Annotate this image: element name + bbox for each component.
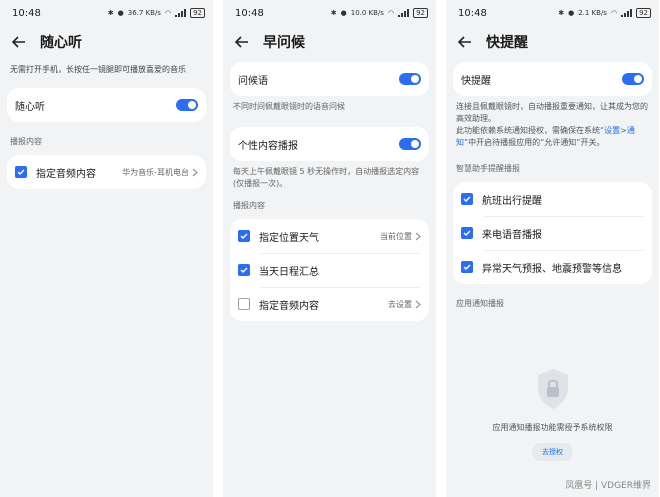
network-speed: 36.7 KB/s bbox=[127, 9, 161, 17]
list-item[interactable]: 航班出行提醒 bbox=[453, 182, 652, 216]
suixinting-toggle[interactable] bbox=[176, 99, 198, 111]
greeting-description: 不同时间佩戴眼镜时的语音问候 bbox=[233, 102, 345, 111]
greeting-toggle-row: 问候语 bbox=[230, 62, 429, 96]
section-header: 智慧助手提醒播报 bbox=[456, 164, 520, 173]
status-bar: 10:48 ✱ ● 10.0 KB/s ◠ 92 bbox=[223, 0, 436, 26]
item-label: 来电语音播报 bbox=[482, 229, 542, 241]
list-item[interactable]: 指定音频内容 华为音乐-耳机电台 bbox=[7, 155, 206, 189]
back-arrow-icon[interactable] bbox=[12, 33, 30, 51]
description-text: 此功能依赖系统通知授权，需确保在系统 bbox=[456, 126, 600, 135]
item-label: 当天日程汇总 bbox=[259, 266, 319, 278]
list-item[interactable]: 来电语音播报 bbox=[453, 216, 652, 250]
greeting-toggle[interactable] bbox=[399, 73, 421, 85]
personal-card: 个性内容播报 bbox=[230, 127, 429, 161]
reminder-description: 连接且佩戴眼镜时，自动播报重要通知，让其成为您的高效助理。 此功能依赖系统通知授… bbox=[446, 101, 659, 149]
item-label: 航班出行提醒 bbox=[482, 195, 542, 207]
item-value: 去设置 bbox=[388, 299, 412, 309]
section-header: 播报内容 bbox=[233, 201, 265, 210]
network-speed: 2.1 KB/s bbox=[578, 9, 607, 17]
description-text: 中开启待播报应用的“允许通知”开关。 bbox=[468, 138, 605, 147]
watermark: 凤凰号 | VDGER维界 bbox=[565, 481, 651, 491]
title-bar: 早问候 bbox=[223, 26, 436, 58]
quick-reminder-toggle[interactable] bbox=[622, 73, 644, 85]
section-header: 应用通知播报 bbox=[456, 299, 504, 308]
personal-toggle-row: 个性内容播报 bbox=[230, 127, 429, 161]
screen-suixinting: 10:48 ✱ ● 36.7 KB/s ◠ 92 随心听 无需打开手机，长按任一… bbox=[0, 0, 213, 497]
item-value: 当前位置 bbox=[380, 231, 412, 241]
list-item[interactable]: 指定位置天气 当前位置 bbox=[230, 219, 429, 253]
battery-icon: 92 bbox=[636, 8, 651, 18]
item-label: 指定音频内容 bbox=[259, 300, 319, 312]
shield-lock-icon bbox=[537, 369, 568, 409]
status-time: 10:48 bbox=[235, 7, 264, 19]
suixinting-card: 随心听 bbox=[7, 88, 206, 122]
list-item[interactable]: 异常天气预报、地震预警等信息 bbox=[453, 250, 652, 284]
back-arrow-icon[interactable] bbox=[235, 33, 253, 51]
list-item[interactable]: 当天日程汇总 bbox=[230, 253, 429, 287]
content-card: 指定位置天气 当前位置 当天日程汇总 指定音频内容 去设置 bbox=[230, 219, 429, 321]
bluetooth-icon: ✱ bbox=[330, 9, 337, 17]
status-bar: 10:48 ✱ ● 36.7 KB/s ◠ 92 bbox=[0, 0, 213, 26]
content-card: 指定音频内容 华为音乐-耳机电台 bbox=[7, 155, 206, 189]
page-description: 无需打开手机，长按任一镜腿即可播放喜爱的音乐 bbox=[10, 65, 186, 74]
checkbox[interactable] bbox=[238, 264, 250, 276]
signal-icon bbox=[398, 9, 410, 17]
signal-icon bbox=[175, 9, 187, 17]
page-title: 早问候 bbox=[263, 35, 305, 51]
empty-state: 应用通知播报功能需授予系统权限 去授权 bbox=[446, 368, 659, 461]
wifi-icon: ◠ bbox=[164, 9, 172, 17]
title-bar: 快提醒 bbox=[446, 26, 659, 58]
section-header: 播报内容 bbox=[10, 137, 42, 146]
checkbox[interactable] bbox=[238, 230, 250, 242]
location-icon: ● bbox=[340, 9, 347, 17]
authorize-button[interactable]: 去授权 bbox=[532, 443, 573, 461]
suixinting-toggle-row: 随心听 bbox=[7, 88, 206, 122]
status-time: 10:48 bbox=[12, 7, 41, 19]
checkbox[interactable] bbox=[461, 261, 473, 273]
toggle-label: 随心听 bbox=[15, 101, 45, 113]
bluetooth-icon: ✱ bbox=[558, 9, 565, 17]
title-bar: 随心听 bbox=[0, 26, 213, 58]
reminder-toggle-row: 快提醒 bbox=[453, 62, 652, 96]
status-bar: 10:48 ✱ ● 2.1 KB/s ◠ 92 bbox=[446, 0, 659, 26]
item-label: 指定位置天气 bbox=[259, 232, 319, 244]
network-speed: 10.0 KB/s bbox=[350, 9, 384, 17]
item-value: 华为音乐-耳机电台 bbox=[122, 167, 189, 177]
assistant-card: 航班出行提醒 来电语音播报 异常天气预报、地震预警等信息 bbox=[453, 182, 652, 284]
location-icon: ● bbox=[117, 9, 124, 17]
list-item[interactable]: 指定音频内容 去设置 bbox=[230, 287, 429, 321]
personal-broadcast-toggle[interactable] bbox=[399, 138, 421, 150]
signal-icon bbox=[621, 9, 633, 17]
bluetooth-icon: ✱ bbox=[107, 9, 114, 17]
toggle-label: 问候语 bbox=[238, 75, 268, 87]
checkbox[interactable] bbox=[461, 193, 473, 205]
page-title: 快提醒 bbox=[486, 35, 528, 51]
empty-state-text: 应用通知播报功能需授予系统权限 bbox=[492, 423, 613, 432]
back-arrow-icon[interactable] bbox=[458, 33, 476, 51]
status-time: 10:48 bbox=[458, 7, 487, 19]
location-icon: ● bbox=[568, 9, 575, 17]
checkbox[interactable] bbox=[461, 227, 473, 239]
battery-icon: 92 bbox=[190, 8, 205, 18]
wifi-icon: ◠ bbox=[387, 9, 395, 17]
chevron-right-icon bbox=[415, 232, 421, 240]
toggle-label: 个性内容播报 bbox=[238, 140, 298, 152]
screen-morning-greeting: 10:48 ✱ ● 10.0 KB/s ◠ 92 早问候 问候语 不同时间佩戴眼… bbox=[223, 0, 436, 497]
chevron-right-icon bbox=[192, 168, 198, 176]
toggle-label: 快提醒 bbox=[461, 75, 491, 87]
battery-icon: 92 bbox=[413, 8, 428, 18]
checkbox[interactable] bbox=[15, 166, 27, 178]
screen-quick-reminder: 10:48 ✱ ● 2.1 KB/s ◠ 92 快提醒 快提醒 连接且佩戴眼镜时… bbox=[446, 0, 659, 497]
item-label: 异常天气预报、地震预警等信息 bbox=[482, 263, 622, 275]
description-text: 连接且佩戴眼镜时，自动播报重要通知，让其成为您的高效助理。 bbox=[456, 102, 648, 123]
greeting-card: 问候语 bbox=[230, 62, 429, 96]
wifi-icon: ◠ bbox=[610, 9, 618, 17]
item-label: 指定音频内容 bbox=[36, 168, 96, 180]
checkbox[interactable] bbox=[238, 298, 250, 310]
chevron-right-icon bbox=[415, 300, 421, 308]
reminder-card: 快提醒 bbox=[453, 62, 652, 96]
page-title: 随心听 bbox=[40, 35, 82, 51]
personal-description: 每天上午佩戴眼镜 5 秒无操作时，自动播报选定内容(仅播报一次)。 bbox=[233, 167, 420, 188]
